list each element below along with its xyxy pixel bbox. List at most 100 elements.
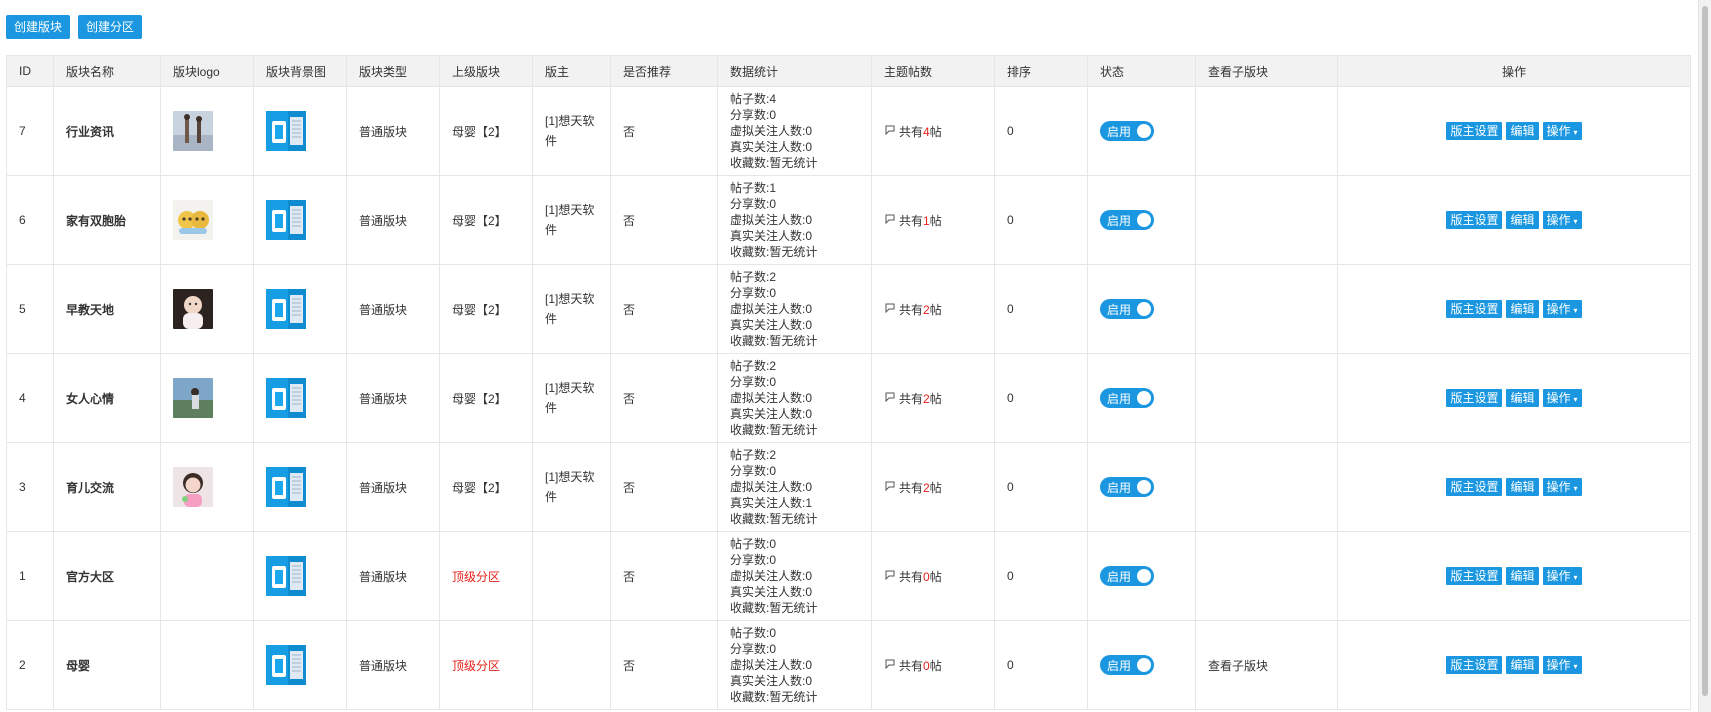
edit-button[interactable]: 编辑 [1506, 122, 1539, 140]
moderator-settings-button[interactable]: 版主设置 [1446, 656, 1503, 674]
row-id: 6 [19, 213, 26, 227]
edit-button[interactable]: 编辑 [1506, 300, 1539, 318]
stat-shares-value: 0 [769, 375, 777, 389]
stat-shares-value: 0 [769, 108, 777, 122]
edit-button[interactable]: 编辑 [1506, 478, 1539, 496]
scrollbar-thumb[interactable] [1702, 6, 1708, 696]
table-body: 7 行业资讯 普通版块 母婴【2】 [1]想天软件否帖子数:4 分享数:0 虚拟关注人数:0… [6, 86, 1691, 710]
children-cell [1195, 175, 1338, 265]
owner-cell: [1]想天软件 [532, 353, 611, 443]
edit-button[interactable]: 编辑 [1506, 656, 1539, 674]
children-cell [1195, 353, 1338, 443]
edit-button[interactable]: 编辑 [1506, 389, 1539, 407]
moderator-settings-button[interactable]: 版主设置 [1446, 122, 1503, 140]
stat-virtual-followers-value: 0 [805, 480, 813, 494]
status-toggle[interactable]: 启用 [1100, 299, 1154, 319]
parent-cell: 母婴【2】 [439, 264, 533, 354]
moderator-name: [1]想天软件 [545, 203, 595, 237]
status-toggle[interactable]: 启用 [1100, 655, 1154, 675]
edit-button[interactable]: 编辑 [1506, 211, 1539, 229]
table-row: 6 家有双胞胎 普通版块 母婴【2】 [1]想天软件否帖子数:1 分享数:0 虚拟关注人数:… [6, 175, 1691, 265]
stat-favorites: 收藏数:暂无统计 [730, 334, 818, 348]
col-owner-header: 版主 [532, 55, 611, 87]
id-cell: 2 [6, 620, 54, 710]
moderator-settings-button[interactable]: 版主设置 [1446, 300, 1503, 318]
stat-virtual-followers-label: 虚拟关注人数: [730, 480, 806, 494]
table-row: 4 女人心情 普通版块 母婴【2】 [1]想天软件否帖子数:2 分享数:0 虚拟关注人数:0… [6, 353, 1691, 443]
status-toggle[interactable]: 启用 [1100, 566, 1154, 586]
toggle-knob [1137, 569, 1151, 583]
topic-prefix: 共有 [899, 569, 924, 584]
create-block-button[interactable]: 创建版块 [6, 15, 71, 39]
view-children-link[interactable]: 查看子版块 [1208, 659, 1268, 673]
topic-text: 共有4帖 [899, 123, 942, 140]
stat-real-followers: 真实关注人数:0 [730, 584, 859, 600]
moderator-settings-button[interactable]: 版主设置 [1446, 478, 1503, 496]
topic-count: 共有2帖 [884, 479, 982, 496]
more-actions-dropdown[interactable]: 操作 ▾ [1542, 211, 1582, 229]
row-id: 4 [19, 391, 26, 405]
status-toggle[interactable]: 启用 [1100, 210, 1154, 230]
id-cell: 3 [6, 442, 54, 532]
more-actions-dropdown[interactable]: 操作 ▾ [1542, 478, 1582, 496]
stat-real-followers-value: 0 [805, 318, 813, 332]
topic-count: 共有2帖 [884, 390, 982, 407]
row-id: 7 [19, 124, 26, 138]
parent-block: 母婴【2】 [452, 124, 507, 139]
topic-suffix: 帖 [929, 569, 942, 584]
actions-cell: 版主设置 编辑 操作 ▾ [1337, 531, 1691, 621]
bg-cell [253, 86, 347, 176]
recommend-value: 否 [623, 391, 636, 406]
stats-block: 帖子数:1 分享数:0 虚拟关注人数:0 真实关注人数:0 收藏数:暂无统计 [730, 180, 859, 260]
stat-shares: 分享数:0 [730, 463, 859, 479]
bg-cell [253, 175, 347, 265]
topic-count: 共有2帖 [884, 301, 982, 318]
children-cell: 查看子版块 [1195, 620, 1338, 710]
stat-posts-label: 帖子数: [730, 92, 770, 106]
create-zone-button[interactable]: 创建分区 [78, 15, 143, 39]
recommend-value: 否 [623, 569, 636, 584]
comment-icon [884, 480, 896, 495]
type-cell: 普通版块 [346, 620, 440, 710]
block-background-image [266, 378, 334, 418]
moderator-settings-button[interactable]: 版主设置 [1446, 211, 1503, 229]
more-actions-dropdown[interactable]: 操作 ▾ [1542, 567, 1582, 585]
stat-real-followers: 真实关注人数:1 [730, 495, 859, 511]
more-actions-dropdown[interactable]: 操作 ▾ [1542, 656, 1582, 674]
edit-button[interactable]: 编辑 [1506, 567, 1539, 585]
block-background-image [266, 111, 334, 151]
actions-cell: 版主设置 编辑 操作 ▾ [1337, 175, 1691, 265]
stat-shares-value: 0 [769, 197, 777, 211]
status-toggle[interactable]: 启用 [1100, 477, 1154, 497]
sort-value: 0 [1007, 391, 1014, 405]
name-cell: 母婴 [53, 620, 161, 710]
more-actions-dropdown[interactable]: 操作 ▾ [1542, 122, 1582, 140]
stat-real-followers-label: 真实关注人数: [730, 229, 806, 243]
actions-cell: 版主设置 编辑 操作 ▾ [1337, 86, 1691, 176]
stat-virtual-followers: 虚拟关注人数:0 [730, 301, 859, 317]
stat-real-followers: 真实关注人数:0 [730, 673, 859, 689]
stats-cell: 帖子数:1 分享数:0 虚拟关注人数:0 真实关注人数:0 收藏数:暂无统计 [717, 175, 872, 265]
more-actions-dropdown[interactable]: 操作 ▾ [1542, 300, 1582, 318]
stat-virtual-followers-value: 0 [805, 391, 813, 405]
type-cell: 普通版块 [346, 264, 440, 354]
moderator-settings-button[interactable]: 版主设置 [1446, 567, 1503, 585]
stat-posts-label: 帖子数: [730, 359, 770, 373]
comment-icon [884, 658, 896, 673]
topic-number: 2 [923, 391, 930, 406]
vertical-scrollbar[interactable] [1698, 0, 1711, 712]
stat-favorites: 收藏数:暂无统计 [730, 245, 818, 259]
block-background-image [266, 200, 334, 240]
owner-cell [532, 620, 611, 710]
bg-cell [253, 620, 347, 710]
stats-block: 帖子数:0 分享数:0 虚拟关注人数:0 真实关注人数:0 收藏数:暂无统计 [730, 536, 859, 616]
stat-posts: 帖子数:2 [730, 358, 859, 374]
more-actions-dropdown[interactable]: 操作 ▾ [1542, 389, 1582, 407]
stat-virtual-followers-value: 0 [805, 302, 813, 316]
status-toggle[interactable]: 启用 [1100, 121, 1154, 141]
status-toggle[interactable]: 启用 [1100, 388, 1154, 408]
moderator-settings-button[interactable]: 版主设置 [1446, 389, 1503, 407]
block-type: 普通版块 [359, 391, 408, 406]
recommend-cell: 否 [610, 442, 718, 532]
block-type: 普通版块 [359, 480, 408, 495]
